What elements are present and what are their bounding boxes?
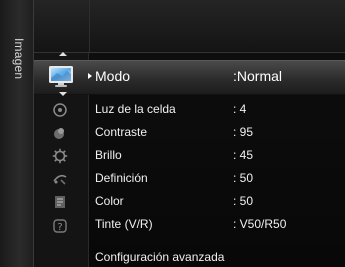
- header-divider: [89, 0, 90, 52]
- selected-item-label[interactable]: Modo: [95, 68, 130, 84]
- menu-item[interactable]: Tinte (V/R) : V50/R50: [0, 212, 345, 235]
- scroll-up-icon[interactable]: [59, 52, 67, 56]
- menu-item[interactable]: Definición : 50: [0, 166, 345, 189]
- menu-item[interactable]: Luz de la celda : 4: [0, 97, 345, 120]
- advanced-settings-item[interactable]: Configuración avanzada: [95, 250, 224, 264]
- selected-row-highlight[interactable]: [34, 60, 345, 95]
- menu-item[interactable]: Color : 50: [0, 189, 345, 212]
- menu-item-value: : 45: [233, 148, 254, 162]
- menu-item-label: Brillo: [95, 148, 122, 162]
- menu-item[interactable]: Brillo : 45: [0, 143, 345, 166]
- menu-item-value: : 4: [233, 102, 247, 116]
- selected-item-value: :Normal: [233, 68, 283, 84]
- menu-header-strip: [34, 0, 345, 53]
- menu-item-value: : 95: [233, 125, 254, 139]
- menu-category-label: Imagen: [12, 38, 26, 80]
- selection-pointer-icon: [88, 73, 92, 79]
- menu-item-label: Contraste: [95, 125, 148, 139]
- menu-item-label: Definición: [95, 171, 148, 185]
- menu-item[interactable]: Contraste : 95: [0, 120, 345, 143]
- menu-item-value: : 50: [233, 171, 254, 185]
- menu-item-label: Tinte (V/R): [95, 217, 153, 231]
- scroll-down-icon[interactable]: [59, 92, 67, 96]
- menu-item-value: : 50: [233, 194, 254, 208]
- menu-item-value: : V50/R50: [233, 217, 287, 231]
- menu-item-label: Color: [95, 194, 124, 208]
- menu-item-label: Luz de la celda: [95, 102, 176, 116]
- tv-osd-menu: Imagen Modo :Normal ? Luz de la celda: …: [0, 0, 345, 267]
- picture-icon[interactable]: [47, 64, 75, 88]
